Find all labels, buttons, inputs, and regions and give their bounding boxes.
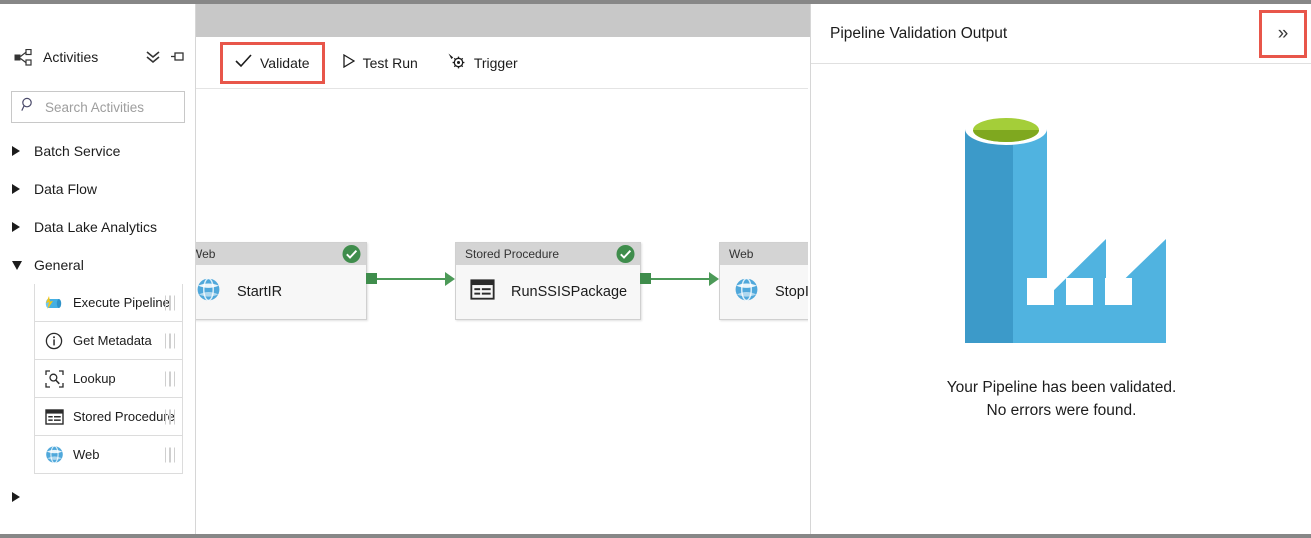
activities-tree: Batch Service Data Flow Data Lake Analyt… bbox=[0, 132, 195, 516]
sidebar-group-data-lake-analytics[interactable]: Data Lake Analytics bbox=[0, 208, 195, 246]
trigger-button[interactable]: Trigger bbox=[436, 46, 530, 80]
connector-arrow-2 bbox=[709, 271, 719, 286]
validate-button[interactable]: Validate bbox=[220, 41, 325, 84]
drag-handle[interactable] bbox=[164, 295, 175, 310]
stored-procedure-icon bbox=[470, 279, 495, 305]
chevron-right-icon bbox=[12, 146, 26, 156]
activity-label: Execute Pipeline bbox=[73, 295, 170, 310]
activity-stored-procedure[interactable]: Stored Procedure bbox=[34, 398, 183, 436]
pipeline-canvas-area: Validate Test Run Trigger Web StartIR St… bbox=[196, 37, 808, 534]
chevron-right-icon bbox=[12, 492, 26, 502]
node-body: StopIR bbox=[720, 265, 808, 319]
group-label: Data Flow bbox=[34, 181, 98, 197]
web-globe-icon bbox=[44, 445, 64, 465]
green-check-icon bbox=[616, 245, 635, 264]
pipeline-node-stopir[interactable]: Web StopIR bbox=[719, 242, 808, 320]
green-check-icon bbox=[342, 245, 361, 264]
group-label: General bbox=[34, 257, 84, 273]
web-globe-icon bbox=[734, 277, 759, 307]
activity-get-metadata[interactable]: Get Metadata bbox=[34, 322, 183, 360]
activity-label: Get Metadata bbox=[73, 333, 152, 348]
activity-label: Lookup bbox=[73, 371, 116, 386]
web-globe-icon bbox=[196, 277, 221, 307]
search-activities-box[interactable] bbox=[11, 91, 185, 123]
connector-line-1 bbox=[377, 277, 445, 280]
checkmark-icon bbox=[235, 54, 252, 71]
sidebar-group-hdinsight[interactable] bbox=[0, 478, 195, 516]
node-header: Web bbox=[720, 243, 808, 265]
drag-handle[interactable] bbox=[164, 371, 175, 386]
validate-label: Validate bbox=[260, 54, 310, 71]
node-body: StartIR bbox=[196, 265, 366, 319]
test-run-label: Test Run bbox=[362, 54, 418, 71]
activities-panel-label: Activities bbox=[43, 49, 99, 65]
chevron-right-icon bbox=[12, 222, 26, 232]
chevron-right-icon bbox=[12, 184, 26, 194]
sidebar-group-data-flow[interactable]: Data Flow bbox=[0, 170, 195, 208]
activity-execute-pipeline[interactable]: Execute Pipeline bbox=[34, 284, 183, 322]
pipeline-node-runssispackage[interactable]: Stored Procedure RunSSISPackage bbox=[455, 242, 641, 320]
activity-lookup[interactable]: Lookup bbox=[34, 360, 183, 398]
lookup-magnifier-icon bbox=[44, 369, 64, 389]
node-type-label: Web bbox=[196, 247, 216, 261]
validation-panel-body: Your Pipeline has been validated. No err… bbox=[811, 65, 1311, 534]
stored-procedure-icon bbox=[44, 407, 64, 427]
chevron-down-icon bbox=[12, 260, 26, 270]
activity-web[interactable]: Web bbox=[34, 436, 183, 474]
search-icon bbox=[21, 97, 36, 117]
activity-label: Stored Procedure bbox=[73, 409, 175, 424]
pin-icon[interactable] bbox=[171, 50, 185, 64]
activity-label: Web bbox=[73, 447, 100, 462]
activities-panel-header: Activities bbox=[0, 37, 195, 77]
play-triangle-icon bbox=[342, 53, 355, 71]
command-bar: Validate Test Run Trigger bbox=[196, 37, 808, 89]
validation-message-line1: Your Pipeline has been validated. bbox=[946, 379, 1177, 396]
node-name-label: StopIR bbox=[775, 284, 808, 300]
page-title: Pipeline Validation Output bbox=[830, 24, 1008, 42]
pipeline-node-startir[interactable]: Web StartIR bbox=[196, 242, 367, 320]
node-name-label: StartIR bbox=[237, 284, 283, 300]
drag-handle[interactable] bbox=[164, 447, 175, 462]
drag-handle[interactable] bbox=[164, 409, 175, 424]
validation-panel-header: Pipeline Validation Output bbox=[811, 4, 1311, 64]
group-label: Batch Service bbox=[34, 143, 121, 159]
connector-arrow-1 bbox=[445, 271, 455, 286]
validation-message: Your Pipeline has been validated. No err… bbox=[947, 377, 1177, 423]
node-type-label: Stored Procedure bbox=[465, 247, 560, 261]
pipeline-validation-output-panel: Pipeline Validation Output » Your Pipeli… bbox=[810, 4, 1311, 534]
node-header: Web bbox=[196, 243, 366, 265]
app-root: pipeline1 * ✕ Activities bbox=[0, 0, 1311, 538]
node-name-label: RunSSISPackage bbox=[511, 284, 628, 300]
info-circle-icon bbox=[44, 331, 64, 351]
sidebar-group-general[interactable]: General bbox=[0, 246, 195, 284]
sidebar-group-batch-service[interactable]: Batch Service bbox=[0, 132, 195, 170]
node-type-label: Web bbox=[729, 247, 754, 261]
node-body: RunSSISPackage bbox=[456, 265, 640, 319]
execute-pipeline-icon bbox=[44, 293, 64, 313]
chevron-double-right-icon: » bbox=[1277, 23, 1289, 44]
group-label: Data Lake Analytics bbox=[34, 219, 157, 235]
connector-source-handle-2[interactable] bbox=[640, 273, 651, 284]
trigger-label: Trigger bbox=[473, 54, 518, 71]
connector-line-2 bbox=[651, 277, 709, 280]
collapse-panel-button[interactable]: » bbox=[1259, 10, 1307, 58]
activities-panel: Activities Search Activities Batch Servi… bbox=[0, 4, 196, 534]
validation-message-line2: No errors were found. bbox=[986, 401, 1137, 419]
trigger-gear-icon bbox=[448, 53, 466, 73]
node-header: Stored Procedure bbox=[456, 243, 640, 265]
test-run-button[interactable]: Test Run bbox=[331, 46, 430, 80]
search-input[interactable] bbox=[45, 99, 170, 115]
azure-data-factory-logo bbox=[932, 93, 1192, 359]
activities-share-icon bbox=[14, 48, 33, 66]
chevron-double-down-icon[interactable] bbox=[145, 50, 161, 64]
drag-handle[interactable] bbox=[164, 333, 175, 348]
pipeline-canvas[interactable]: Web StartIR Stored Procedure RunSSISPack… bbox=[196, 90, 808, 534]
connector-source-handle-1[interactable] bbox=[366, 273, 377, 284]
